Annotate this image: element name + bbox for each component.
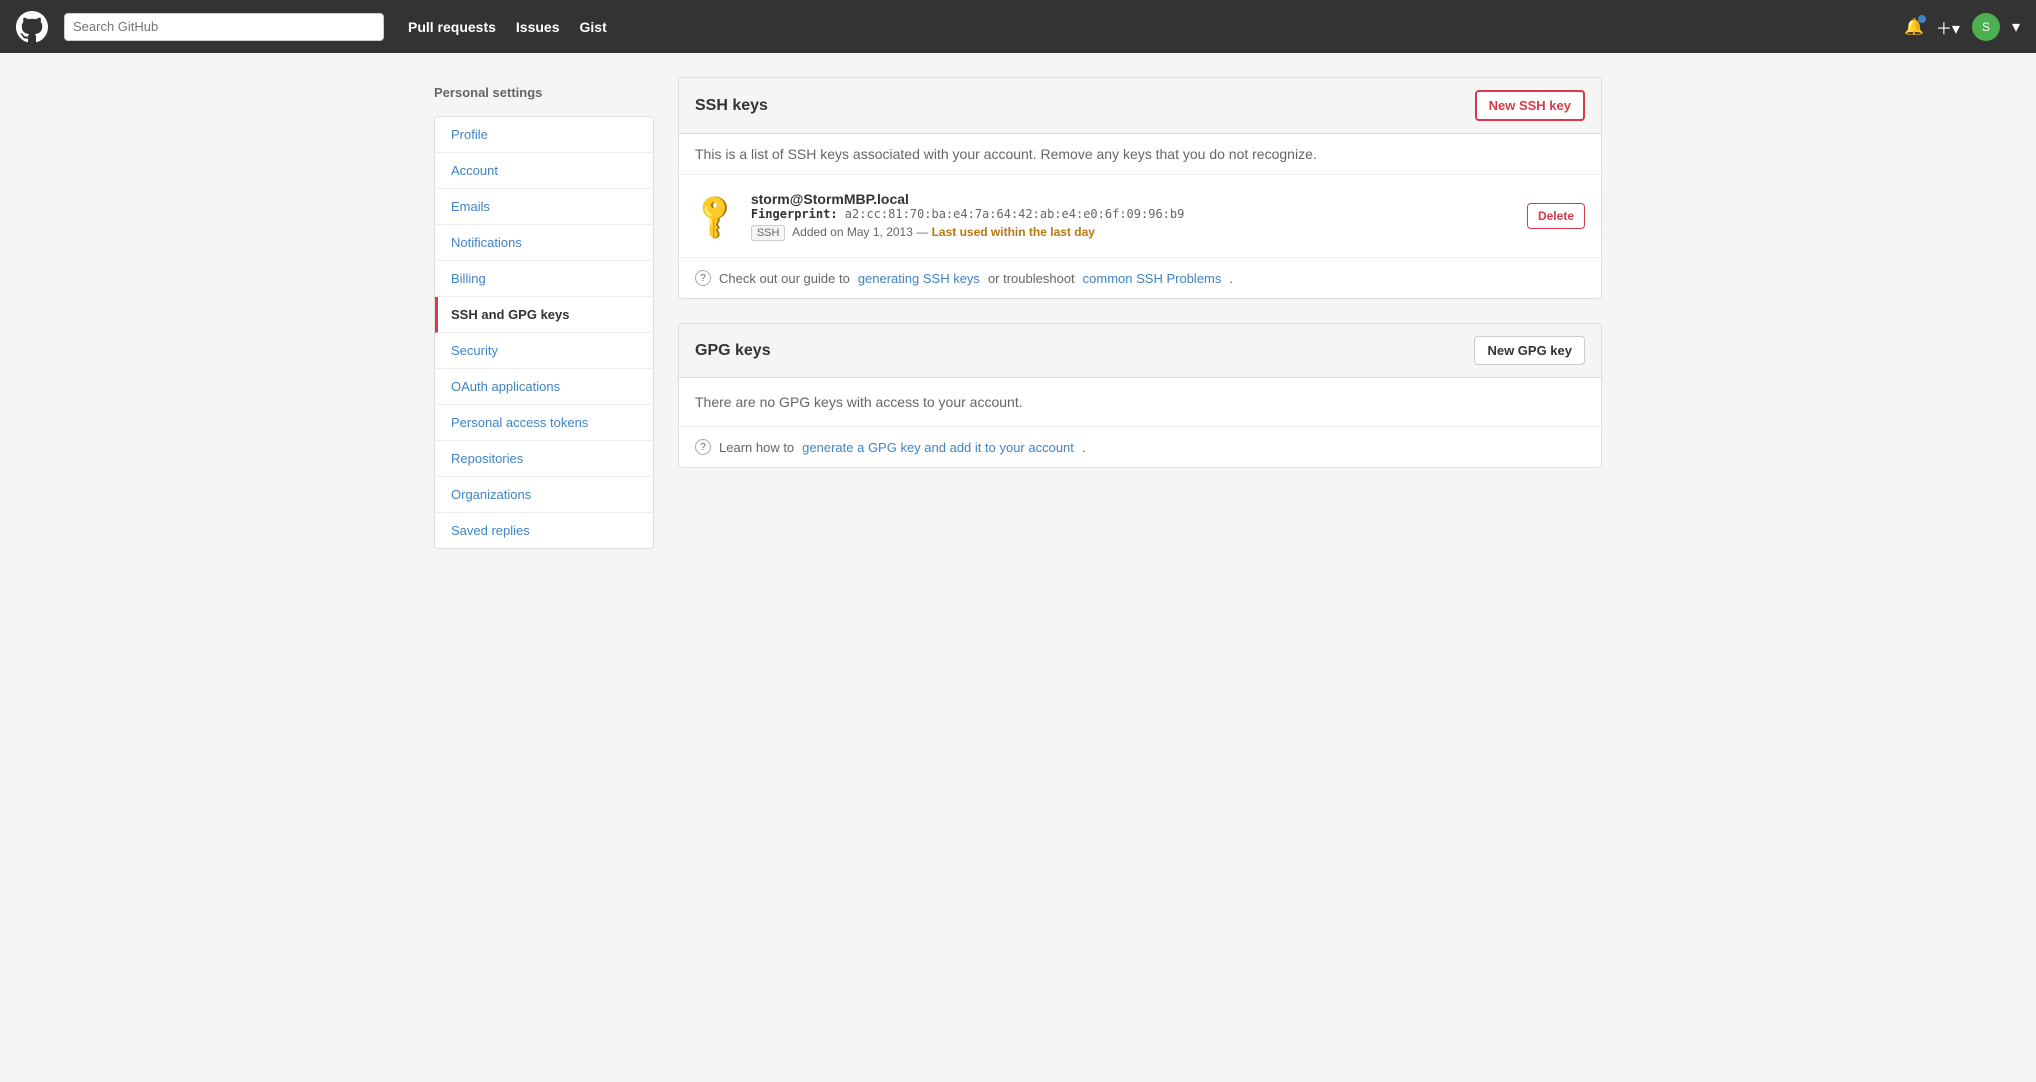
sidebar-link-oauth[interactable]: OAuth applications: [435, 369, 653, 405]
header-right: 🔔 ＋▾ S ▾: [1904, 13, 2020, 41]
sidebar-link-ssh-gpg[interactable]: SSH and GPG keys: [435, 297, 653, 333]
gpg-guide-row: ? Learn how to generate a GPG key and ad…: [679, 427, 1601, 467]
gpg-no-keys-message: There are no GPG keys with access to you…: [679, 378, 1601, 427]
gpg-help-circle-icon: ?: [695, 439, 711, 455]
sidebar-link-account[interactable]: Account: [435, 153, 653, 189]
gpg-keys-section: GPG keys New GPG key There are no GPG ke…: [678, 323, 1602, 468]
sidebar-item-billing: Billing: [435, 261, 653, 297]
sidebar-link-saved-replies[interactable]: Saved replies: [435, 513, 653, 548]
ssh-section-title: SSH keys: [695, 97, 768, 115]
search-input[interactable]: [64, 13, 384, 41]
key-meta: SSH Added on May 1, 2013 — Last used wit…: [751, 225, 1511, 241]
ssh-guide-end: .: [1229, 271, 1233, 286]
chevron-down-icon[interactable]: ▾: [2012, 17, 2020, 37]
fingerprint-label: Fingerprint:: [751, 207, 838, 221]
ssh-section-desc: This is a list of SSH keys associated wi…: [679, 134, 1601, 175]
delete-ssh-key-button[interactable]: Delete: [1527, 203, 1585, 229]
sidebar-link-security[interactable]: Security: [435, 333, 653, 369]
sidebar-item-notifications: Notifications: [435, 225, 653, 261]
nav-issues[interactable]: Issues: [516, 19, 560, 35]
generating-ssh-keys-link[interactable]: generating SSH keys: [858, 271, 980, 286]
sidebar-item-account: Account: [435, 153, 653, 189]
notifications-bell[interactable]: 🔔: [1904, 17, 1924, 37]
github-logo-icon[interactable]: [16, 11, 48, 43]
sidebar-item-saved-replies: Saved replies: [435, 513, 653, 548]
gpg-guide-link[interactable]: generate a GPG key and add it to your ac…: [802, 440, 1074, 455]
nav-pull-requests[interactable]: Pull requests: [408, 19, 496, 35]
ssh-guide-row: ? Check out our guide to generating SSH …: [679, 258, 1601, 298]
sidebar: Personal settings Profile Account Emails…: [434, 77, 654, 549]
key-added-date: Added on May 1, 2013 —: [792, 225, 928, 239]
ssh-guide-text: Check out our guide to: [719, 271, 850, 286]
sidebar-link-tokens[interactable]: Personal access tokens: [435, 405, 653, 441]
sidebar-item-profile: Profile: [435, 117, 653, 153]
notification-dot: [1918, 15, 1926, 23]
sidebar-item-emails: Emails: [435, 189, 653, 225]
key-fingerprint: Fingerprint: a2:cc:81:70:ba:e4:7a:64:42:…: [751, 207, 1511, 221]
sidebar-link-profile[interactable]: Profile: [435, 117, 653, 153]
new-gpg-key-button[interactable]: New GPG key: [1474, 336, 1585, 365]
nav-gist[interactable]: Gist: [580, 19, 607, 35]
ssh-section-header: SSH keys New SSH key: [679, 78, 1601, 134]
key-name: storm@StormMBP.local: [751, 191, 1511, 207]
gpg-section-header: GPG keys New GPG key: [679, 324, 1601, 378]
sidebar-link-repos[interactable]: Repositories: [435, 441, 653, 477]
gpg-guide-end: .: [1082, 440, 1086, 455]
key-icon: 🔑: [687, 188, 742, 243]
sidebar-item-ssh-gpg: SSH and GPG keys: [435, 297, 653, 333]
plus-icon[interactable]: ＋▾: [1936, 15, 1960, 39]
ssh-guide-mid: or troubleshoot: [988, 271, 1075, 286]
sidebar-link-orgs[interactable]: Organizations: [435, 477, 653, 513]
key-last-used: Last used within the last day: [932, 225, 1095, 239]
sidebar-title: Personal settings: [434, 77, 654, 108]
fingerprint-value: a2:cc:81:70:ba:e4:7a:64:42:ab:e4:e0:6f:0…: [845, 207, 1185, 221]
gpg-section-title: GPG keys: [695, 342, 771, 360]
avatar[interactable]: S: [1972, 13, 2000, 41]
ssh-key-item: 🔑 storm@StormMBP.local Fingerprint: a2:c…: [679, 175, 1601, 258]
sidebar-item-orgs: Organizations: [435, 477, 653, 513]
top-nav: Pull requests Issues Gist: [408, 19, 607, 35]
new-ssh-key-button[interactable]: New SSH key: [1475, 90, 1585, 121]
sidebar-item-tokens: Personal access tokens: [435, 405, 653, 441]
sidebar-link-notifications[interactable]: Notifications: [435, 225, 653, 261]
sidebar-item-repos: Repositories: [435, 441, 653, 477]
key-type-badge: SSH: [751, 225, 786, 241]
page-layout: Personal settings Profile Account Emails…: [418, 77, 1618, 549]
sidebar-link-billing[interactable]: Billing: [435, 261, 653, 297]
ssh-problems-link[interactable]: common SSH Problems: [1083, 271, 1222, 286]
gpg-guide-text: Learn how to: [719, 440, 794, 455]
help-circle-icon: ?: [695, 270, 711, 286]
sidebar-item-security: Security: [435, 333, 653, 369]
main-content: SSH keys New SSH key This is a list of S…: [678, 77, 1602, 549]
key-details: storm@StormMBP.local Fingerprint: a2:cc:…: [751, 191, 1511, 241]
sidebar-nav: Profile Account Emails Notifications Bil…: [434, 116, 654, 549]
sidebar-link-emails[interactable]: Emails: [435, 189, 653, 225]
sidebar-item-oauth: OAuth applications: [435, 369, 653, 405]
ssh-keys-section: SSH keys New SSH key This is a list of S…: [678, 77, 1602, 299]
